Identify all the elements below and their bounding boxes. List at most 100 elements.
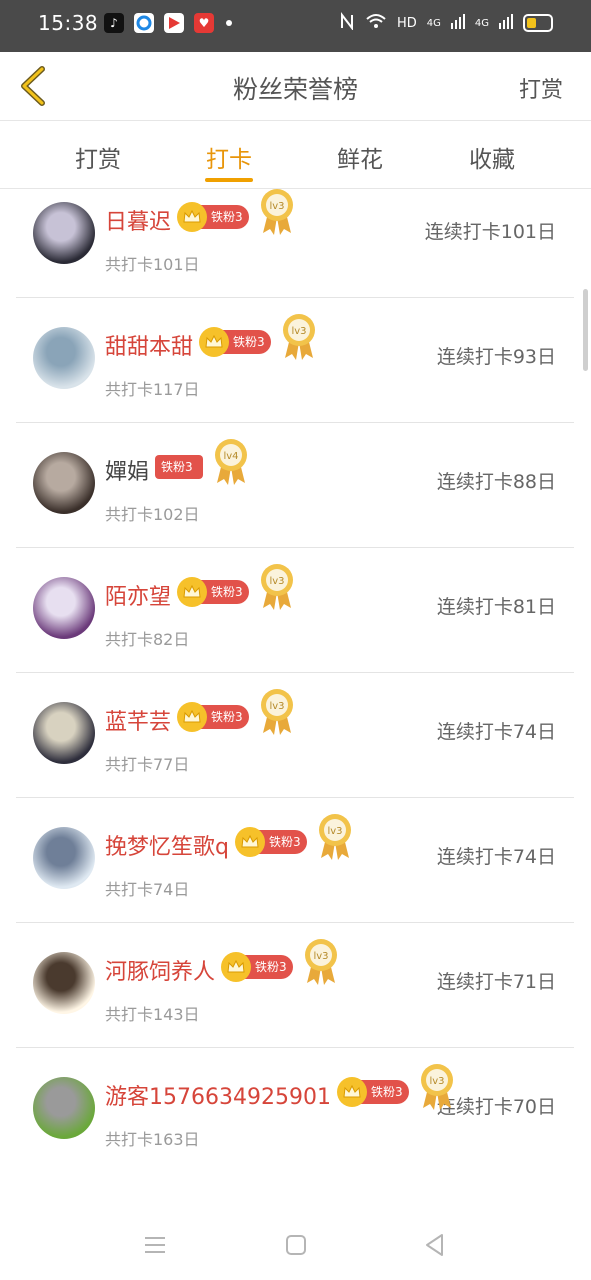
- fan-name[interactable]: 游客1576634925901: [105, 1079, 331, 1111]
- level-label: lv3: [429, 1076, 444, 1087]
- avatar[interactable]: [33, 827, 95, 889]
- fan-level-badge: 铁粉3: [155, 455, 204, 479]
- level-label: lv3: [269, 701, 284, 712]
- nfc-icon: [339, 12, 355, 34]
- back-nav-button[interactable]: [420, 1230, 450, 1260]
- avatar[interactable]: [33, 327, 95, 389]
- total-checkin-days: 共打卡117日: [105, 380, 200, 399]
- consecutive-checkin-days: 连续打卡93日: [436, 346, 556, 368]
- fan-name[interactable]: 嬋娟: [105, 454, 149, 486]
- hd-label: HD: [396, 15, 417, 31]
- total-checkin-days: 共打卡102日: [105, 505, 200, 524]
- system-nav-bar: [0, 1208, 591, 1280]
- home-nav-button[interactable]: [281, 1230, 311, 1260]
- badge-label: 铁粉3: [211, 585, 243, 599]
- crown-icon: [336, 1077, 367, 1107]
- fan-level-badge: 铁粉3: [221, 952, 294, 982]
- app-header: 粉丝荣誉榜 打赏: [0, 52, 591, 121]
- fan-name[interactable]: 河豚饲养人: [105, 954, 215, 986]
- tab-flowers[interactable]: 鲜花: [300, 140, 420, 174]
- fan-level-badge: 铁粉3: [177, 202, 250, 232]
- level-label: lv3: [291, 326, 306, 337]
- consecutive-checkin-days: 连续打卡88日: [436, 471, 556, 493]
- level-medal-icon: lv3: [281, 312, 317, 362]
- consecutive-checkin-days: 连续打卡74日: [436, 846, 556, 868]
- level-medal-icon: lv3: [419, 1062, 455, 1112]
- crown-icon: [177, 702, 208, 732]
- avatar[interactable]: [33, 702, 95, 764]
- level-medal-icon: lv4: [213, 437, 249, 487]
- fan-name[interactable]: 陌亦望: [105, 579, 171, 611]
- fan-name[interactable]: 蓝芊芸: [105, 704, 171, 736]
- tiktok-icon: ♪: [104, 13, 124, 33]
- level-medal-icon: lv3: [259, 562, 295, 612]
- scrollbar[interactable]: [583, 289, 588, 371]
- status-system-icons: HD 4G 4G: [339, 12, 553, 34]
- badge-label: 铁粉3: [233, 335, 265, 349]
- avatar[interactable]: [33, 452, 95, 514]
- level-label: lv4: [223, 451, 238, 462]
- total-checkin-days: 共打卡82日: [105, 630, 190, 649]
- avatar[interactable]: [33, 202, 95, 264]
- fan-checkin-list[interactable]: 日暮迟 共打卡101日 连续打卡101日 铁粉3 lv3 甜甜本甜 共打卡117日 连续打卡9…: [0, 189, 591, 1207]
- crown-icon: [177, 202, 208, 232]
- status-notification-icons: ♪ ♥: [104, 13, 232, 33]
- level-label: lv3: [327, 826, 342, 837]
- status-time: 15:38: [38, 11, 99, 35]
- badge-label: 铁粉3: [268, 835, 301, 849]
- level-label: lv3: [269, 201, 284, 212]
- level-medal-icon: lv3: [317, 812, 353, 862]
- badge-label: 铁粉3: [211, 210, 243, 224]
- consecutive-checkin-days: 连续打卡81日: [436, 596, 556, 618]
- crown-icon: [177, 577, 208, 607]
- tab-reward[interactable]: 打赏: [38, 140, 158, 174]
- fan-name[interactable]: 日暮迟: [105, 204, 171, 236]
- reward-button[interactable]: 打赏: [519, 72, 563, 104]
- signal-sim2-icon: [499, 13, 513, 33]
- fan-level-badge: 铁粉3: [336, 1077, 409, 1107]
- badge-label: 铁粉3: [255, 960, 287, 974]
- signal-sim2-label: 4G: [474, 17, 489, 29]
- avatar[interactable]: [33, 577, 95, 639]
- level-medal-icon: lv3: [259, 687, 295, 737]
- fan-level-badge: 铁粉3: [199, 327, 272, 357]
- menu-nav-button[interactable]: [140, 1230, 170, 1260]
- consecutive-checkin-days: 连续打卡101日: [424, 221, 556, 243]
- tab-favorites[interactable]: 收藏: [432, 140, 552, 174]
- fan-level-badge: 铁粉3: [177, 577, 250, 607]
- signal-sim1-icon: [450, 13, 465, 33]
- fan-row[interactable]: 陌亦望共打卡82日 连续打卡81日 铁粉3 lv3: [16, 548, 574, 673]
- fan-row[interactable]: 甜甜本甜共打卡117日 连续打卡93日 铁粉3 lv3: [16, 298, 574, 423]
- active-tab-indicator: [205, 178, 253, 182]
- avatar[interactable]: [33, 1077, 95, 1139]
- fan-name[interactable]: 挽梦忆笙歌q: [105, 829, 229, 861]
- tab-bar: 打赏 打卡 鲜花 收藏: [0, 122, 591, 189]
- fan-row[interactable]: 河豚饲养人共打卡143日 连续打卡71日 铁粉3 lv3: [16, 923, 574, 1048]
- fan-level-badge: 铁粉3: [234, 827, 307, 857]
- fan-level-badge: 铁粉3: [177, 702, 250, 732]
- avatar[interactable]: [33, 952, 95, 1014]
- fan-row[interactable]: 蓝芊芸 共打卡77日 连续打卡74日 铁粉3 lv3: [16, 673, 574, 798]
- tab-checkin[interactable]: 打卡: [169, 140, 289, 174]
- badge-label: 铁粉3: [370, 1085, 403, 1099]
- fan-name[interactable]: 甜甜本甜: [105, 329, 193, 361]
- fan-row[interactable]: 嬋娟共打卡102日 连续打卡88日 铁粉3 lv4: [16, 423, 574, 548]
- consecutive-checkin-days: 连续打卡71日: [436, 971, 556, 993]
- consecutive-checkin-days: 连续打卡74日: [436, 721, 556, 743]
- signal-sim1-label: 4G: [426, 17, 441, 29]
- crown-icon: [199, 327, 230, 357]
- fan-row[interactable]: 挽梦忆笙歌q 共打卡74日 连续打卡74日 铁粉3 lv3: [16, 798, 574, 923]
- level-label: lv3: [269, 576, 284, 587]
- total-checkin-days: 共打卡163日: [105, 1130, 200, 1149]
- crown-icon: [221, 952, 252, 982]
- fan-row[interactable]: 日暮迟共打卡101日 连续打卡101日 铁粉3 lv3: [16, 189, 574, 298]
- total-checkin-days: 共打卡101日: [105, 255, 200, 274]
- level-label: lv3: [313, 951, 328, 962]
- battery-icon: [523, 14, 553, 32]
- video-app-icon: [164, 13, 184, 33]
- browser-icon: [134, 13, 154, 33]
- fan-row[interactable]: 游客1576634925901 共打卡163日 连续打卡70日 铁粉3 lv3: [16, 1048, 574, 1172]
- home-square-icon: [286, 1235, 306, 1255]
- badge-label: 铁粉3: [161, 460, 193, 474]
- total-checkin-days: 共打卡143日: [105, 1005, 200, 1024]
